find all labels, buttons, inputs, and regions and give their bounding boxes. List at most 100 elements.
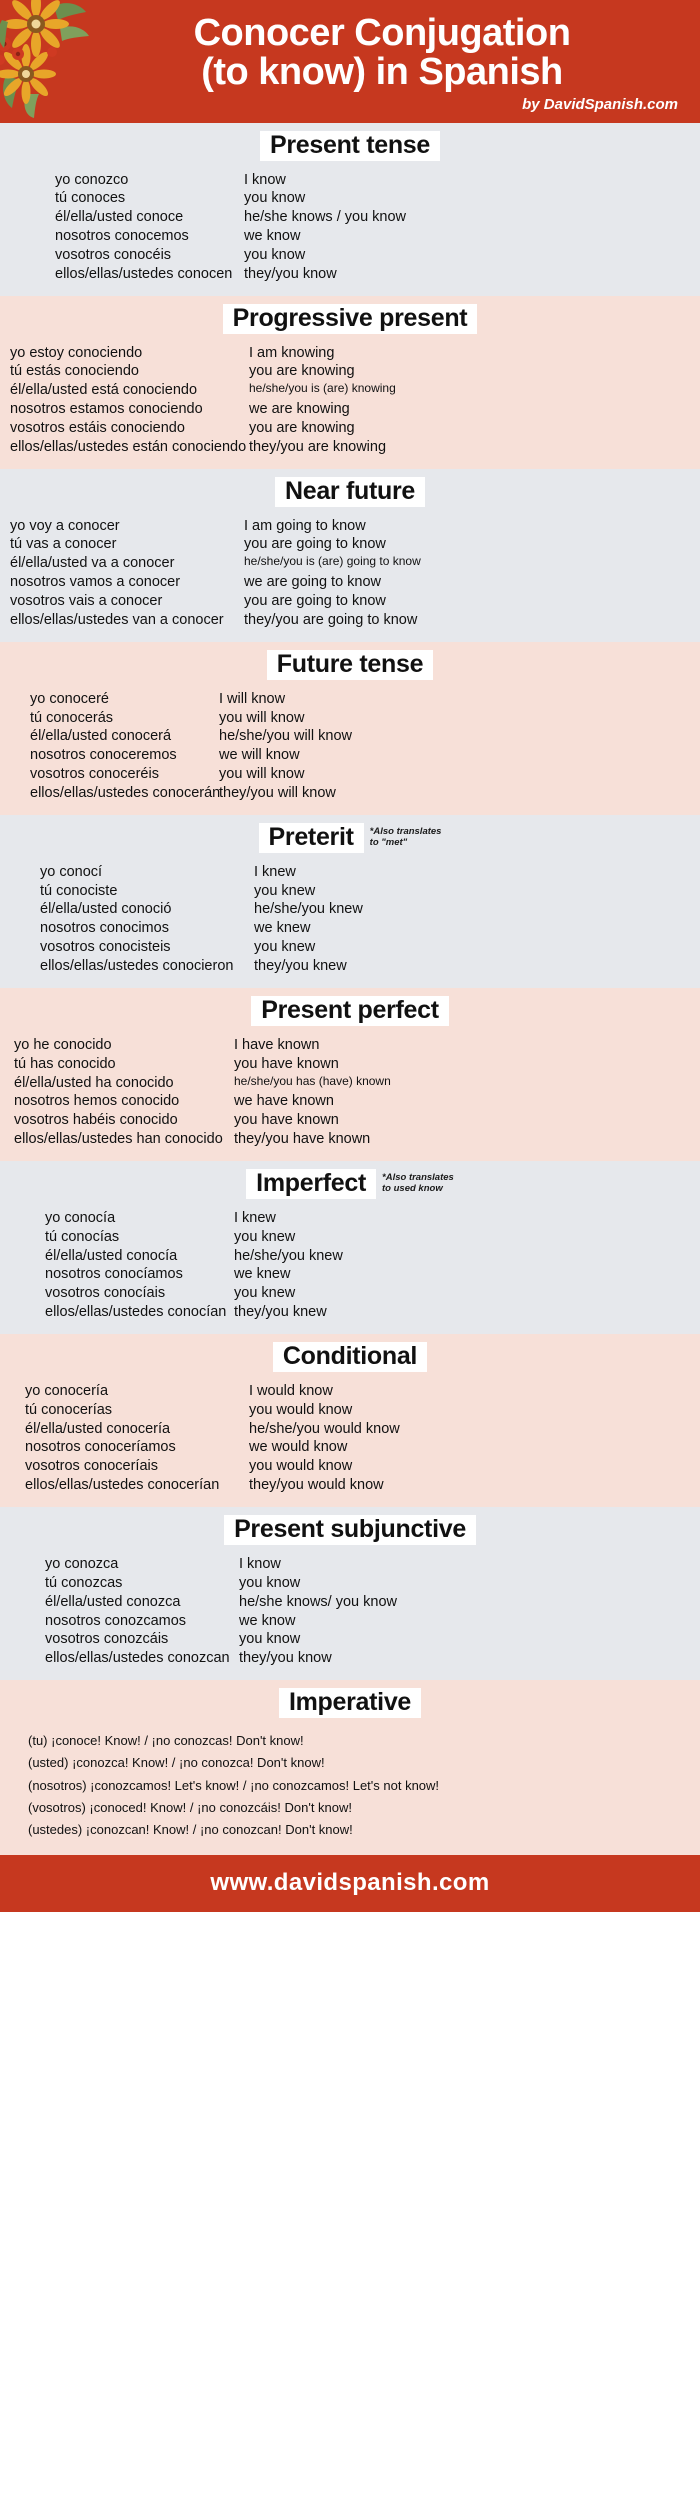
english-cell: I know: [239, 1556, 281, 1572]
list-item: (tu) ¡conoce! Know! / ¡no conozcas! Don'…: [28, 1733, 304, 1749]
english-cell: he/she/you is (are) knowing: [249, 381, 396, 396]
table-row: yo conocí I knew: [0, 863, 700, 882]
spanish-cell: tú conociste: [40, 882, 118, 899]
table-row: nosotros conoceremos we will know: [0, 746, 700, 765]
spanish-cell: yo estoy conociendo: [10, 344, 143, 361]
page-title-line-2: (to know) in Spanish: [201, 50, 563, 93]
table-row: tú conocerías you would know: [0, 1401, 700, 1420]
spanish-cell: tú has conocido: [14, 1055, 116, 1072]
spanish-cell: ellos/ellas/ustedes conocen: [55, 265, 233, 282]
spanish-cell: nosotros hemos conocido: [14, 1093, 180, 1110]
section-title: Conditional: [272, 1341, 428, 1372]
conjugation-table-progressive-present: yo estoy conociendo I am knowing tú está…: [0, 344, 700, 457]
table-row: tú vas a conocer you are going to know: [0, 535, 700, 554]
table-row: vosotros vais a conocer you are going to…: [0, 592, 700, 611]
table-row: ellos/ellas/ustedes conozcan they/you kn…: [0, 1649, 700, 1668]
spanish-cell: nosotros conocíamos: [45, 1266, 183, 1283]
english-cell: you know: [244, 190, 306, 207]
spanish-cell: vosotros estáis conociendo: [10, 419, 185, 436]
table-row: ellos/ellas/ustedes conocieron they/you …: [0, 957, 700, 976]
spanish-cell: tú estás conociendo: [10, 363, 139, 380]
english-cell: he/she/you will know: [219, 728, 352, 745]
section-present: Present tense yo conozco I know tú conoc…: [0, 122, 700, 296]
spanish-cell: él/ella/usted conocerá: [30, 728, 172, 745]
conjugation-table-near-future: yo voy a conocer I am going to know tú v…: [0, 517, 700, 630]
english-cell: they/you would know: [249, 1477, 384, 1494]
spanish-cell: nosotros conoceríamos: [25, 1439, 176, 1456]
spanish-cell: tú conozcas: [45, 1574, 123, 1591]
spanish-cell: él/ella/usted conoció: [40, 901, 172, 918]
infographic-page: Conocer Conjugation (to know) in Spanish…: [0, 0, 700, 1913]
english-cell: I am knowing: [249, 344, 335, 361]
conjugation-table-present-perfect: yo he conocido I have known tú has conoc…: [0, 1036, 700, 1149]
english-cell: he/she/you knew: [234, 1247, 343, 1264]
spanish-cell: nosotros estamos conociendo: [10, 401, 203, 418]
table-row: vosotros conocíais you knew: [0, 1284, 700, 1303]
header-banner: Conocer Conjugation (to know) in Spanish…: [0, 0, 700, 123]
spanish-cell: vosotros conocéis: [55, 246, 172, 263]
table-row: vosotros conoceríais you would know: [0, 1457, 700, 1476]
table-row: tú conozcas you know: [0, 1574, 700, 1593]
table-row: vosotros conocéis you know: [0, 246, 700, 265]
footer-website-url[interactable]: www.davidspanish.com: [210, 1869, 489, 1896]
english-cell: you are going to know: [244, 536, 386, 553]
section-title: Present tense: [259, 130, 441, 161]
spanish-cell: ellos/ellas/ustedes conozcan: [45, 1650, 230, 1667]
spanish-cell: vosotros conocíais: [45, 1285, 166, 1302]
english-cell: we are knowing: [249, 401, 350, 418]
english-cell: you will know: [219, 766, 305, 783]
spanish-cell: tú vas a conocer: [10, 536, 117, 553]
spanish-cell: él/ella/usted va a conocer: [10, 555, 175, 572]
page-title: Conocer Conjugation (to know) in Spanish: [18, 14, 682, 92]
english-cell: we know: [244, 228, 301, 245]
english-cell: he/she knows / you know: [244, 209, 407, 226]
table-row: él/ella/usted conocería he/she/you would…: [0, 1420, 700, 1439]
english-cell: you have known: [234, 1055, 339, 1072]
conjugation-table-present-subjunctive: yo conozca I know tú conozcas you know é…: [0, 1555, 700, 1668]
spanish-cell: yo he conocido: [14, 1036, 112, 1053]
table-row: yo estoy conociendo I am knowing: [0, 344, 700, 363]
table-row: yo conocería I would know: [0, 1382, 700, 1401]
spanish-cell: él/ella/usted está conociendo: [10, 382, 198, 399]
table-row: yo conozco I know: [0, 171, 700, 190]
spanish-cell: tú conocías: [45, 1228, 120, 1245]
spanish-cell: ellos/ellas/ustedes conocerán: [30, 784, 221, 801]
section-header-future: Future tense: [0, 642, 700, 690]
table-row: él/ella/usted conocerá he/she/you will k…: [0, 727, 700, 746]
footer-banner: www.davidspanish.com: [0, 1855, 700, 1913]
section-title: Imperative: [278, 1688, 422, 1719]
table-row: tú conocerás you will know: [0, 709, 700, 728]
english-cell: they/you know: [244, 265, 337, 282]
table-row: nosotros conocimos we knew: [0, 919, 700, 938]
section-title: Present perfect: [251, 995, 449, 1026]
english-cell: he/she/you knew: [254, 901, 363, 918]
english-cell: they/you knew: [254, 957, 347, 974]
section-imperative: Imperative (tu) ¡conoce! Know! / ¡no con…: [0, 1680, 700, 1856]
spanish-cell: tú conoces: [55, 190, 126, 207]
table-row: él/ella/usted conozca he/she knows/ you …: [0, 1593, 700, 1612]
table-row: ellos/ellas/ustedes conocen they/you kno…: [0, 265, 700, 284]
table-row: tú estás conociendo you are knowing: [0, 362, 700, 381]
spanish-cell: ellos/ellas/ustedes han conocido: [14, 1131, 223, 1148]
table-row: vosotros conocisteis you knew: [0, 938, 700, 957]
english-cell: we know: [239, 1612, 296, 1629]
english-cell: he/she/you is (are) going to know: [244, 554, 421, 569]
table-row: nosotros vamos a conocer we are going to…: [0, 573, 700, 592]
table-row: él/ella/usted ha conocido he/she/you has…: [0, 1074, 700, 1093]
section-footnote: *Also translates to "met": [369, 826, 442, 848]
english-cell: I am going to know: [244, 517, 366, 534]
english-cell: you will know: [219, 709, 305, 726]
section-header-imperative: Imperative: [0, 1680, 700, 1728]
table-row: tú conocías you knew: [0, 1228, 700, 1247]
english-cell: they/you are knowing: [249, 438, 387, 455]
table-row: él/ella/usted va a conocer he/she/you is…: [0, 554, 700, 573]
english-cell: I have known: [234, 1036, 320, 1053]
table-row: nosotros conoceríamos we would know: [0, 1438, 700, 1457]
conjugation-table-future: yo conoceré I will know tú conocerás you…: [0, 690, 700, 803]
table-row: tú has conocido you have known: [0, 1055, 700, 1074]
english-cell: you know: [239, 1574, 301, 1591]
table-row: yo conoceré I will know: [0, 690, 700, 709]
spanish-cell: vosotros conoceréis: [30, 766, 159, 783]
spanish-cell: yo conocí: [40, 863, 103, 880]
table-row: vosotros estáis conociendo you are knowi…: [0, 419, 700, 438]
